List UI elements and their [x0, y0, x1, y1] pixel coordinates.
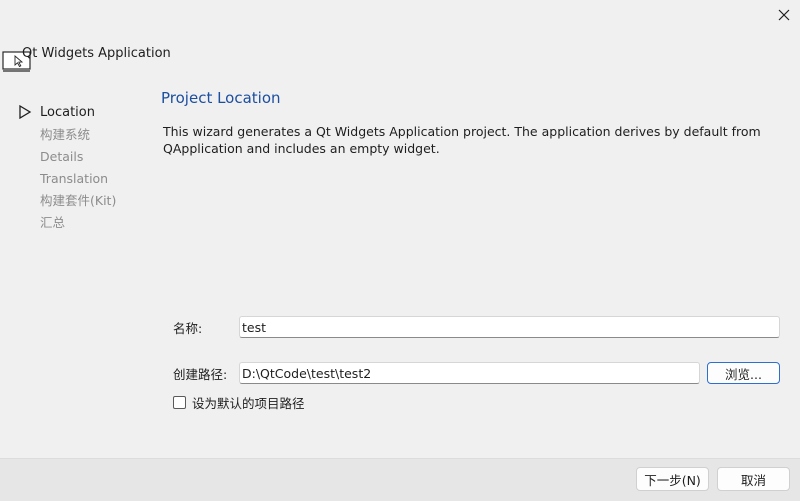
step-label: 汇总 [40, 215, 66, 230]
step-label: Location [40, 105, 95, 120]
name-label: 名称: [173, 321, 203, 336]
step-location[interactable]: Location [18, 104, 116, 126]
next-button[interactable]: 下一步(N) [636, 467, 709, 491]
close-button[interactable] [771, 4, 797, 26]
default-path-option[interactable]: 设为默认的项目路径 [173, 393, 305, 412]
name-input[interactable] [239, 316, 780, 338]
step-label: 构建系统 [40, 127, 91, 142]
step-label: 构建套件(Kit) [40, 193, 117, 208]
default-path-label: 设为默认的项目路径 [192, 396, 305, 411]
default-path-checkbox[interactable] [173, 396, 186, 409]
close-icon [778, 9, 790, 21]
step-translation[interactable]: Translation [18, 170, 116, 192]
cancel-button[interactable]: 取消 [717, 467, 790, 491]
step-summary[interactable]: 汇总 [18, 214, 116, 236]
wizard-steps: Location 构建系统 Details Translation 构建套件(K… [18, 104, 116, 236]
step-details[interactable]: Details [18, 148, 116, 170]
step-build-system[interactable]: 构建系统 [18, 126, 116, 148]
browse-button[interactable]: 浏览... [707, 362, 780, 384]
page-title: Project Location [161, 89, 281, 107]
step-label: Details [40, 149, 84, 164]
path-input[interactable] [239, 362, 700, 384]
path-label: 创建路径: [173, 367, 228, 382]
current-step-arrow-icon [19, 105, 32, 119]
step-label: Translation [40, 171, 109, 186]
step-kits[interactable]: 构建套件(Kit) [18, 192, 116, 214]
window-title: Qt Widgets Application [22, 46, 171, 61]
page-description: This wizard generates a Qt Widgets Appli… [163, 124, 761, 156]
